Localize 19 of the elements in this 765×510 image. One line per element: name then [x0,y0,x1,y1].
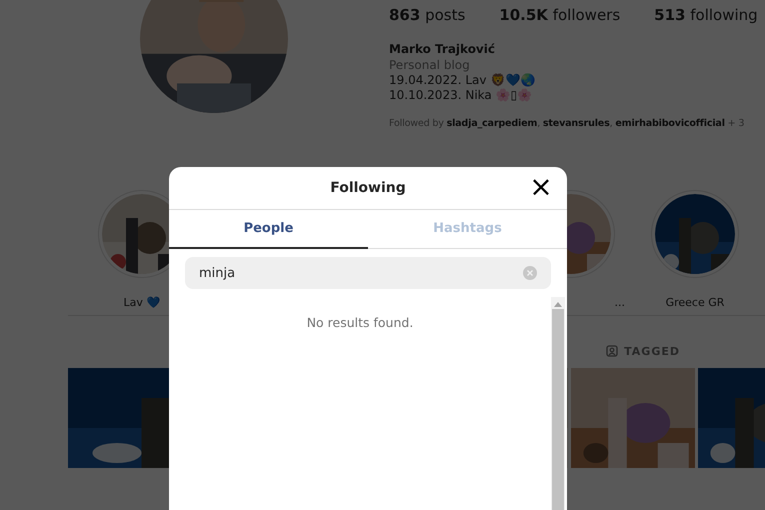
profile-stat[interactable]: 10.5K followers [499,6,620,24]
clear-icon[interactable] [523,266,537,280]
bio-line: 10.10.2023. Nika 🌸▯🌸 [389,88,534,102]
highlight-label[interactable]: ... [614,296,625,309]
bio-line: 19.04.2022. Lav 🦁💙🌏 [389,73,536,87]
dialog-tab[interactable]: Hashtags [368,210,567,249]
tag-person-icon [606,345,618,357]
close-button[interactable]: × [529,175,553,199]
dialog-tab[interactable]: People [169,210,368,249]
profile-name: Marko Trajković [389,42,496,56]
scrollbar[interactable] [551,297,565,510]
profile-stat[interactable]: 513 following [654,6,758,24]
search-field[interactable]: minja [185,257,551,289]
highlight-label[interactable]: Lav 💙 [124,296,160,309]
scroll-up-icon[interactable] [554,301,562,307]
dialog-title: Following [330,180,406,196]
profile-stat[interactable]: 863 posts [389,6,466,24]
empty-message: No results found. [306,315,414,331]
highlight-label[interactable]: Greece GR [666,296,724,309]
